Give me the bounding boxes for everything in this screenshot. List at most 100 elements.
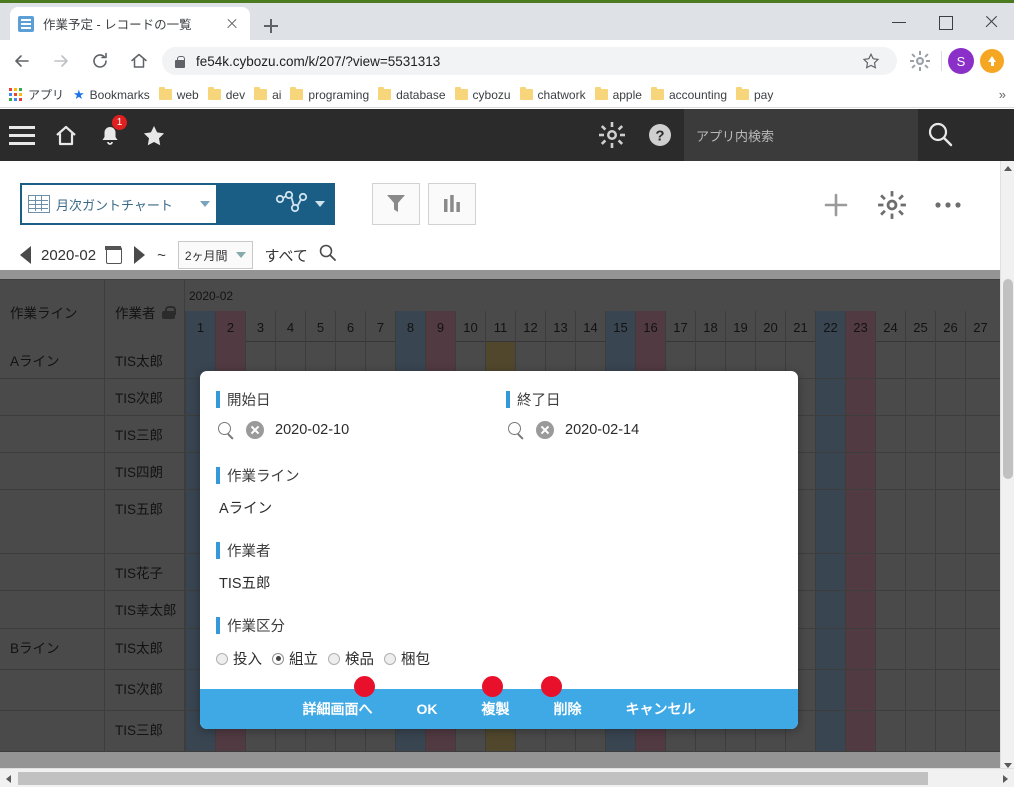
folder-icon bbox=[454, 87, 468, 100]
bookmark-apple[interactable]: apple bbox=[594, 87, 642, 102]
dialog-footer: 詳細画面へ OK 複製 削除 キャンセル bbox=[200, 689, 798, 729]
calendar-icon[interactable] bbox=[105, 245, 123, 264]
delete-button[interactable]: 削除 bbox=[554, 699, 582, 719]
back-arrow-icon[interactable] bbox=[5, 44, 39, 78]
folder-icon bbox=[158, 87, 172, 100]
gear-icon[interactable] bbox=[590, 109, 634, 161]
home-icon[interactable] bbox=[122, 44, 156, 78]
vertical-scrollbar-thumb[interactable] bbox=[1003, 279, 1013, 479]
notification-bell-icon[interactable]: 1 bbox=[88, 109, 132, 161]
folder-icon bbox=[594, 87, 608, 100]
bookmark-cybozu[interactable]: cybozu bbox=[454, 87, 511, 102]
bookmark-pay[interactable]: pay bbox=[736, 87, 773, 102]
radio-option-投入[interactable]: 投入 bbox=[216, 648, 262, 669]
end-date-value: 2020-02-14 bbox=[565, 422, 640, 438]
clear-circle-icon[interactable] bbox=[536, 421, 554, 439]
close-icon[interactable] bbox=[222, 14, 242, 34]
horizontal-scrollbar[interactable] bbox=[0, 768, 1014, 787]
view-selector-label: 月次ガントチャート bbox=[56, 197, 173, 213]
annotation-dot-duplicate bbox=[482, 676, 503, 697]
bookmark-dev[interactable]: dev bbox=[207, 87, 245, 102]
new-tab-icon[interactable] bbox=[258, 13, 284, 39]
field-label-text: 開始日 bbox=[227, 393, 271, 409]
avatar[interactable]: S bbox=[948, 48, 974, 74]
radio-button[interactable] bbox=[384, 652, 396, 665]
field-accent-bar bbox=[216, 617, 220, 634]
cancel-button[interactable]: キャンセル bbox=[626, 699, 696, 719]
annotation-dot-detail bbox=[354, 676, 375, 697]
kintone-page: 1 ? アプリ内検索 月次ガントチャート 2020-02 ~ 2ヶ月間 すべて … bbox=[0, 109, 1014, 787]
radio-option-組立[interactable]: 組立 bbox=[272, 648, 318, 669]
extension-gear-icon[interactable] bbox=[905, 46, 935, 76]
work-type-radio-group: 投入 組立 検品 梱包 bbox=[216, 648, 440, 669]
reload-icon[interactable] bbox=[83, 44, 117, 78]
bookmark-database[interactable]: database bbox=[378, 87, 446, 102]
clear-circle-icon[interactable] bbox=[246, 421, 264, 439]
browser-tab[interactable]: 作業予定 - レコードの一覧 bbox=[10, 7, 250, 40]
star-icon: ★ bbox=[73, 86, 85, 102]
search-icon[interactable] bbox=[318, 243, 338, 267]
more-options-button[interactable] bbox=[928, 185, 968, 225]
bookmark-apps[interactable]: アプリ bbox=[9, 86, 64, 103]
radio-option-梱包[interactable]: 梱包 bbox=[384, 648, 430, 669]
radio-button[interactable] bbox=[216, 652, 228, 665]
triangle-right-icon[interactable] bbox=[134, 246, 146, 264]
ellipsis-icon bbox=[935, 202, 961, 208]
scroll-left-arrow-icon[interactable] bbox=[6, 775, 11, 783]
chevron-down-icon bbox=[315, 201, 325, 207]
star-icon[interactable] bbox=[132, 109, 176, 161]
work-line-value: Aライン bbox=[219, 501, 273, 517]
close-icon[interactable] bbox=[968, 6, 1014, 38]
bookmark-bookmarks[interactable]: ★ Bookmarks bbox=[73, 87, 150, 103]
bookmark-programing[interactable]: programing bbox=[290, 87, 369, 102]
forward-arrow-icon[interactable] bbox=[44, 44, 78, 78]
home-icon[interactable] bbox=[44, 109, 88, 161]
ok-button[interactable]: OK bbox=[417, 701, 438, 717]
duplicate-button[interactable]: 複製 bbox=[482, 699, 510, 719]
radio-option-検品[interactable]: 検品 bbox=[328, 648, 374, 669]
add-record-button[interactable] bbox=[816, 185, 856, 225]
maximize-icon[interactable] bbox=[922, 6, 968, 38]
radio-label: 投入 bbox=[233, 652, 262, 668]
search-icon[interactable] bbox=[508, 421, 525, 439]
bookmarks-overflow-icon[interactable]: » bbox=[999, 87, 1006, 102]
radio-button[interactable] bbox=[272, 652, 284, 665]
plus-icon bbox=[824, 193, 848, 217]
svg-text:?: ? bbox=[655, 128, 664, 145]
folder-icon bbox=[378, 87, 392, 100]
field-label-worker: 作業者 bbox=[216, 540, 271, 561]
scroll-right-arrow-icon[interactable] bbox=[1003, 775, 1008, 783]
field-label-start-date: 開始日 bbox=[216, 389, 349, 410]
triangle-left-icon[interactable] bbox=[20, 246, 31, 264]
help-icon[interactable]: ? bbox=[638, 109, 682, 161]
vertical-scrollbar[interactable] bbox=[1000, 161, 1014, 773]
radio-button[interactable] bbox=[328, 652, 340, 665]
bookmark-web[interactable]: web bbox=[158, 87, 199, 102]
app-settings-button[interactable] bbox=[872, 185, 912, 225]
bookmark-label: web bbox=[176, 87, 199, 102]
scroll-up-arrow-icon[interactable] bbox=[1004, 166, 1012, 171]
horizontal-scrollbar-thumb[interactable] bbox=[18, 772, 928, 785]
search-icon[interactable] bbox=[918, 109, 964, 161]
bookmark-label: database bbox=[396, 87, 446, 102]
minimize-icon[interactable] bbox=[876, 6, 922, 38]
app-search-input[interactable]: アプリ内検索 bbox=[684, 109, 918, 161]
current-month-label: 2020-02 bbox=[41, 246, 97, 264]
graph-view-button[interactable] bbox=[265, 183, 335, 225]
bookmark-ai[interactable]: ai bbox=[254, 87, 281, 102]
bookmark-chatwork[interactable]: chatwork bbox=[519, 87, 586, 102]
period-selector[interactable]: 2ヶ月間 bbox=[177, 241, 253, 269]
view-selector[interactable]: 月次ガントチャート bbox=[20, 183, 265, 225]
detail-screen-button[interactable]: 詳細画面へ bbox=[303, 699, 373, 719]
folder-icon bbox=[254, 87, 268, 100]
star-icon[interactable] bbox=[857, 47, 885, 75]
bookmark-accounting[interactable]: accounting bbox=[650, 87, 727, 102]
search-icon[interactable] bbox=[218, 421, 235, 439]
field-value-start-date: 2020-02-10 bbox=[216, 421, 349, 439]
hamburger-menu-icon[interactable] bbox=[0, 109, 44, 161]
update-button[interactable] bbox=[980, 49, 1004, 73]
filter-button[interactable] bbox=[372, 183, 420, 225]
address-bar[interactable]: fe54k.cybozu.com/k/207/?view=5531313 bbox=[162, 47, 897, 75]
worker-value: TIS五郎 bbox=[219, 576, 271, 592]
chart-button[interactable] bbox=[428, 183, 476, 225]
